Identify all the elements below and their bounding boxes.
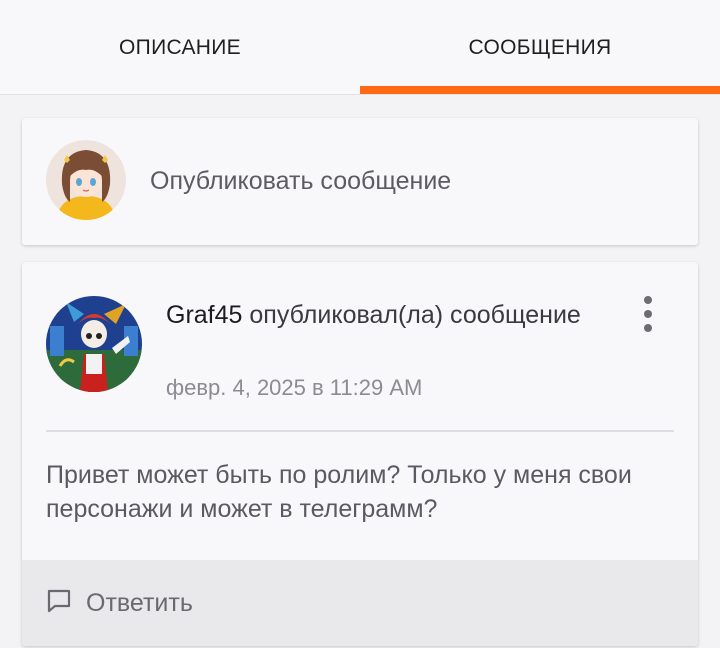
tab-description[interactable]: ОПИСАНИЕ — [0, 0, 360, 95]
tab-messages[interactable]: СООБЩЕНИЯ — [360, 0, 720, 95]
post-header: Graf45 опубликовал(ла) сообщение — [166, 298, 586, 332]
active-tab-indicator — [360, 86, 720, 94]
compose-placeholder[interactable]: Опубликовать сообщение — [150, 167, 451, 196]
post-date: февр. 4, 2025 в 11:29 AM — [166, 375, 423, 400]
compose-card[interactable]: Опубликовать сообщение — [22, 118, 698, 245]
message-card: Graf45 опубликовал(ла) сообщение февр. 4… — [22, 262, 698, 646]
reply-button[interactable]: Ответить — [46, 588, 193, 618]
reply-label: Ответить — [86, 588, 193, 617]
author-name[interactable]: Graf45 — [166, 301, 242, 329]
post-footer: Ответить — [22, 560, 698, 646]
user-avatar — [46, 140, 126, 220]
author-avatar[interactable] — [46, 296, 142, 392]
divider — [46, 430, 674, 432]
post-action-text: опубликовал(ла) сообщение — [242, 301, 581, 329]
tab-bar: ОПИСАНИЕ СООБЩЕНИЯ — [0, 0, 720, 95]
post-body: Привет может быть по ролим? Только у мен… — [46, 461, 632, 523]
comment-icon — [46, 589, 72, 618]
more-vertical-icon[interactable] — [634, 294, 662, 334]
